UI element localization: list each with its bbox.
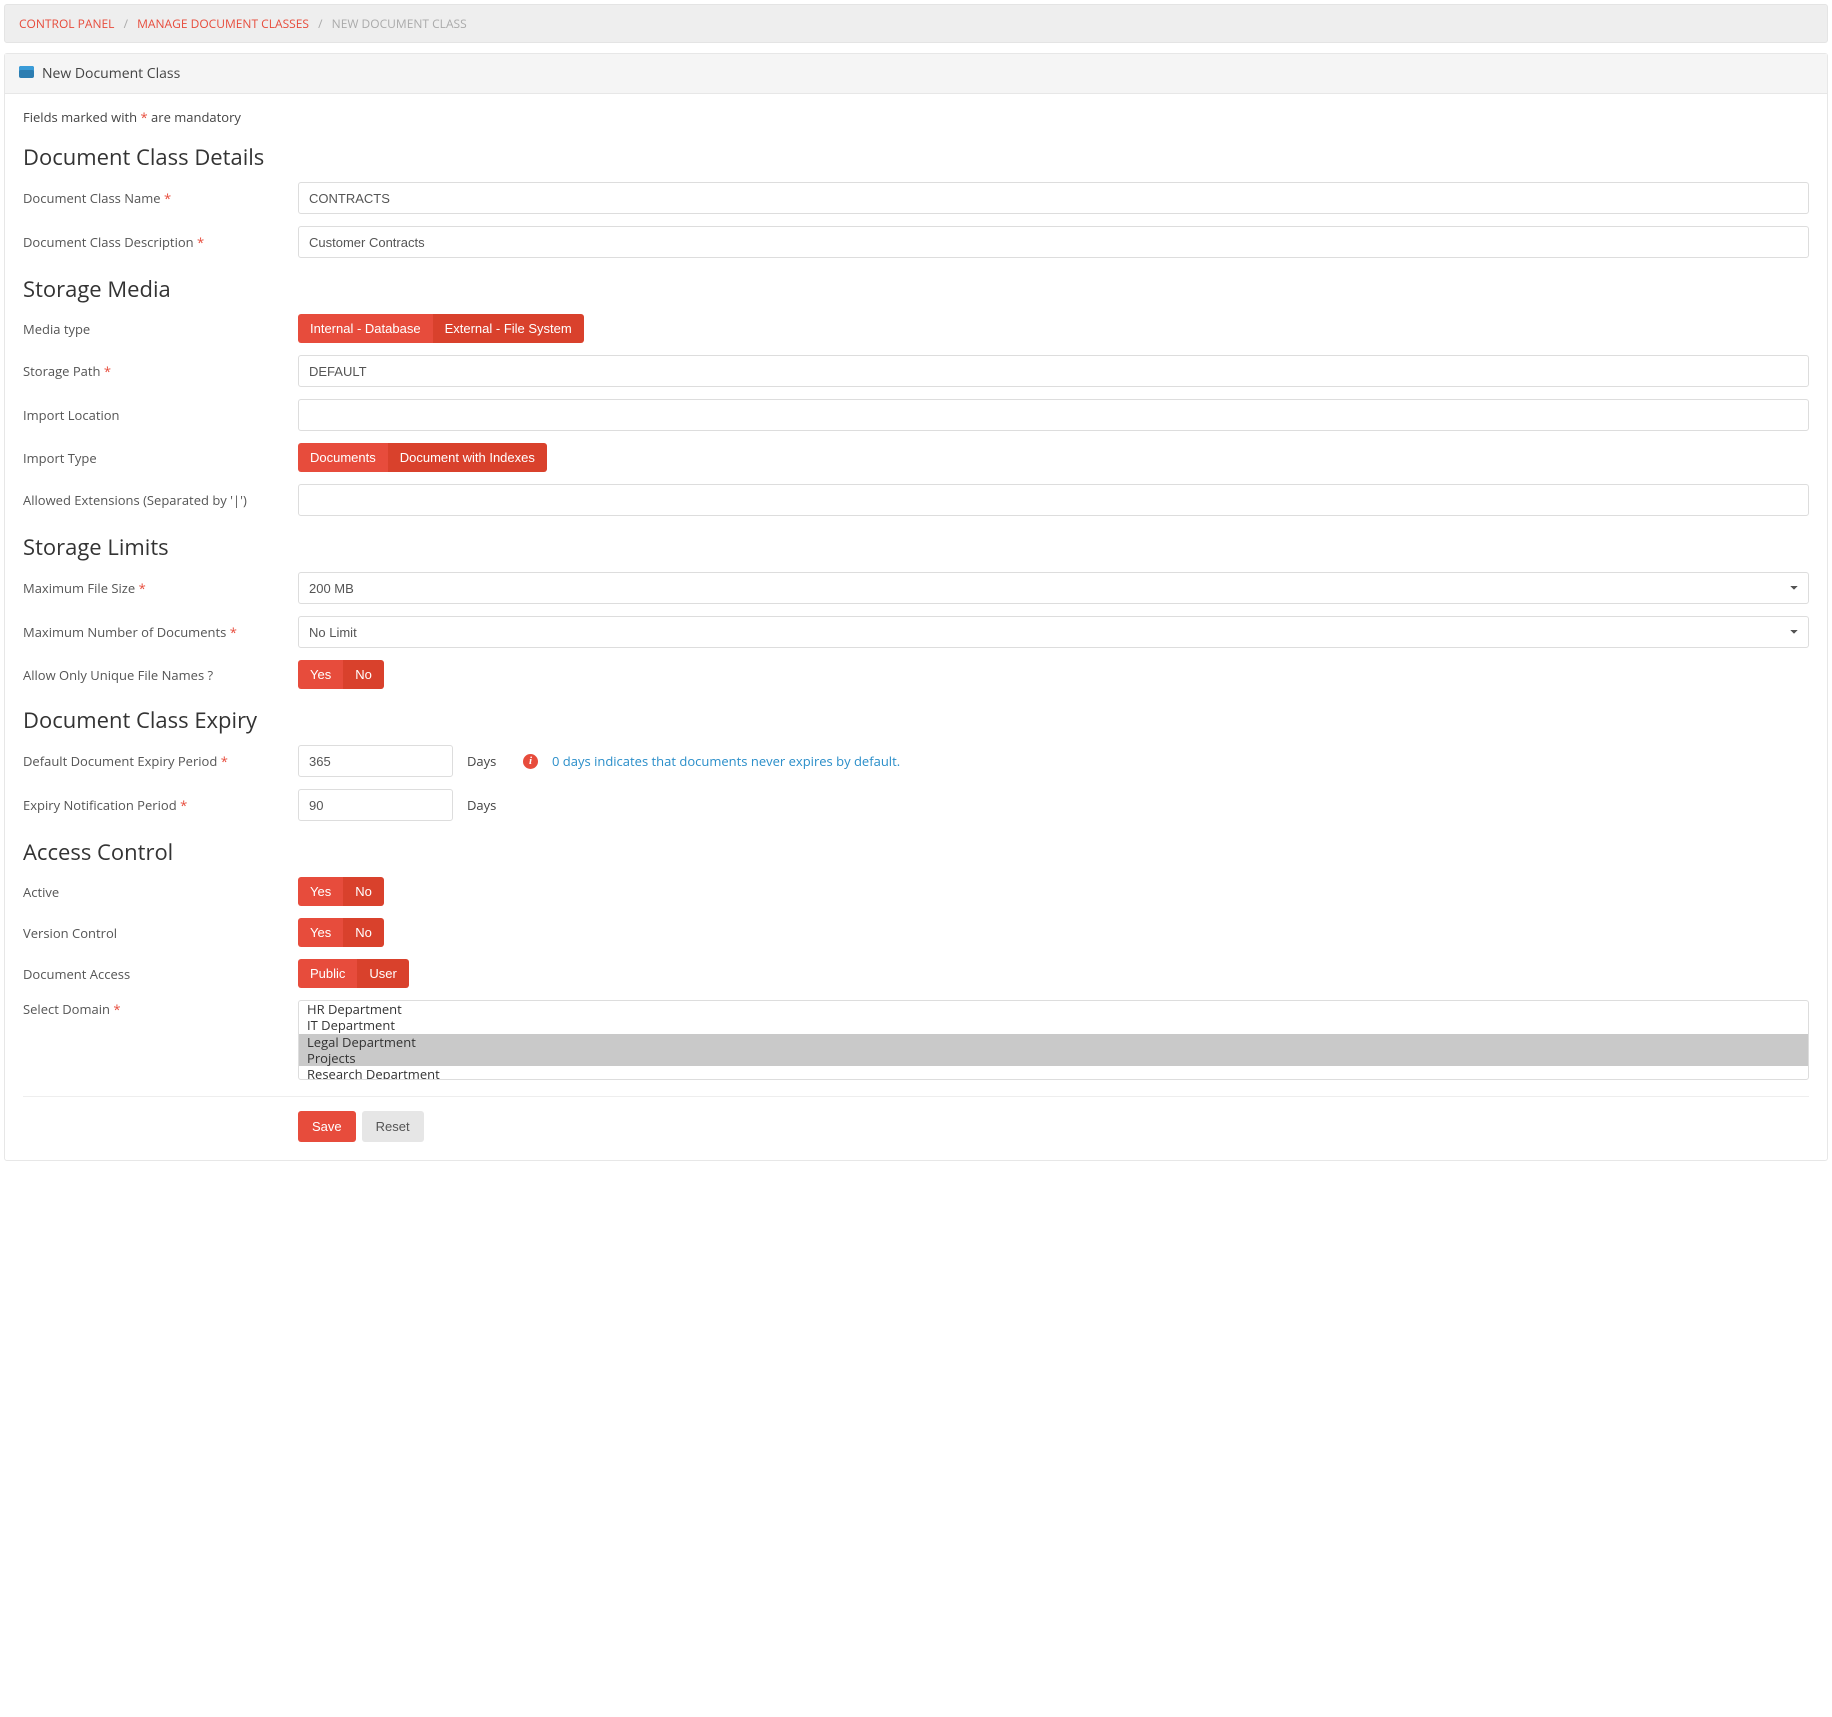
unique-names-yes[interactable]: Yes bbox=[298, 660, 343, 689]
label-expiry-notif: Expiry Notification Period * bbox=[23, 796, 298, 814]
expiry-hint: 0 days indicates that documents never ex… bbox=[552, 752, 900, 770]
import-type-with-indexes[interactable]: Document with Indexes bbox=[388, 443, 547, 472]
media-type-internal[interactable]: Internal - Database bbox=[298, 314, 433, 343]
version-control-yes[interactable]: Yes bbox=[298, 918, 343, 947]
media-type-external[interactable]: External - File System bbox=[433, 314, 584, 343]
domain-option[interactable]: Legal Department bbox=[299, 1034, 1808, 1050]
expiry-notif-input[interactable] bbox=[298, 789, 453, 821]
unique-names-toggle: Yes No bbox=[298, 660, 384, 689]
section-storage-limits-title: Storage Limits bbox=[23, 532, 1809, 562]
mandatory-note: Fields marked with * are mandatory bbox=[23, 108, 1809, 126]
version-control-toggle: Yes No bbox=[298, 918, 384, 947]
label-import-location: Import Location bbox=[23, 406, 298, 424]
storage-path-input[interactable] bbox=[298, 355, 1809, 387]
save-button[interactable]: Save bbox=[298, 1111, 356, 1142]
days-suffix-2: Days bbox=[467, 796, 509, 814]
import-location-input[interactable] bbox=[298, 399, 1809, 431]
active-no[interactable]: No bbox=[343, 877, 384, 906]
mandatory-suffix: are mandatory bbox=[148, 108, 241, 126]
max-docs-select[interactable]: No Limit bbox=[298, 616, 1809, 648]
main-panel: New Document Class Fields marked with * … bbox=[4, 53, 1828, 1161]
max-file-size-select[interactable]: 200 MB bbox=[298, 572, 1809, 604]
mandatory-prefix: Fields marked with bbox=[23, 108, 140, 126]
name-input[interactable] bbox=[298, 182, 1809, 214]
panel-header: New Document Class bbox=[5, 54, 1827, 94]
allowed-ext-input[interactable] bbox=[298, 484, 1809, 516]
label-select-domain: Select Domain * bbox=[23, 1000, 298, 1018]
divider bbox=[23, 1096, 1809, 1097]
document-access-user[interactable]: User bbox=[357, 959, 408, 988]
breadcrumb: CONTROL PANEL / MANAGE DOCUMENT CLASSES … bbox=[4, 4, 1828, 43]
default-expiry-input[interactable] bbox=[298, 745, 453, 777]
breadcrumb-link-manage[interactable]: MANAGE DOCUMENT CLASSES bbox=[137, 15, 309, 32]
mandatory-star: * bbox=[140, 108, 147, 126]
document-access-public[interactable]: Public bbox=[298, 959, 357, 988]
folder-open-icon bbox=[19, 64, 34, 83]
import-type-toggle: Documents Document with Indexes bbox=[298, 443, 547, 472]
domain-multiselect[interactable]: HR DepartmentIT DepartmentLegal Departme… bbox=[298, 1000, 1809, 1080]
form-actions: Save Reset bbox=[298, 1111, 1809, 1142]
active-yes[interactable]: Yes bbox=[298, 877, 343, 906]
label-media-type: Media type bbox=[23, 320, 298, 338]
breadcrumb-current: NEW DOCUMENT CLASS bbox=[332, 15, 467, 32]
active-toggle: Yes No bbox=[298, 877, 384, 906]
section-storage-media-title: Storage Media bbox=[23, 274, 1809, 304]
domain-option[interactable]: Research Department bbox=[299, 1066, 1808, 1080]
label-default-expiry: Default Document Expiry Period * bbox=[23, 752, 298, 770]
description-input[interactable] bbox=[298, 226, 1809, 258]
label-import-type: Import Type bbox=[23, 449, 298, 467]
info-icon: i bbox=[523, 754, 538, 769]
media-type-toggle: Internal - Database External - File Syst… bbox=[298, 314, 584, 343]
breadcrumb-sep: / bbox=[318, 15, 322, 32]
breadcrumb-link-control-panel[interactable]: CONTROL PANEL bbox=[19, 15, 114, 32]
label-document-access: Document Access bbox=[23, 965, 298, 983]
section-access-title: Access Control bbox=[23, 837, 1809, 867]
days-suffix-1: Days bbox=[467, 752, 509, 770]
domain-option[interactable]: IT Department bbox=[299, 1017, 1808, 1033]
label-unique-names: Allow Only Unique File Names ? bbox=[23, 666, 298, 684]
section-details-title: Document Class Details bbox=[23, 142, 1809, 172]
breadcrumb-sep: / bbox=[124, 15, 128, 32]
domain-option[interactable]: HR Department bbox=[299, 1001, 1808, 1017]
label-storage-path: Storage Path * bbox=[23, 362, 298, 380]
document-access-toggle: Public User bbox=[298, 959, 409, 988]
version-control-no[interactable]: No bbox=[343, 918, 384, 947]
reset-button[interactable]: Reset bbox=[362, 1111, 424, 1142]
section-expiry-title: Document Class Expiry bbox=[23, 705, 1809, 735]
label-max-file-size: Maximum File Size * bbox=[23, 579, 298, 597]
import-type-documents[interactable]: Documents bbox=[298, 443, 388, 472]
unique-names-no[interactable]: No bbox=[343, 660, 384, 689]
label-description: Document Class Description * bbox=[23, 233, 298, 251]
label-active: Active bbox=[23, 883, 298, 901]
label-allowed-ext: Allowed Extensions (Separated by '|') bbox=[23, 491, 298, 509]
panel-title: New Document Class bbox=[42, 64, 180, 83]
domain-option[interactable]: Projects bbox=[299, 1050, 1808, 1066]
label-max-docs: Maximum Number of Documents * bbox=[23, 623, 298, 641]
label-version-control: Version Control bbox=[23, 924, 298, 942]
label-name: Document Class Name * bbox=[23, 189, 298, 207]
